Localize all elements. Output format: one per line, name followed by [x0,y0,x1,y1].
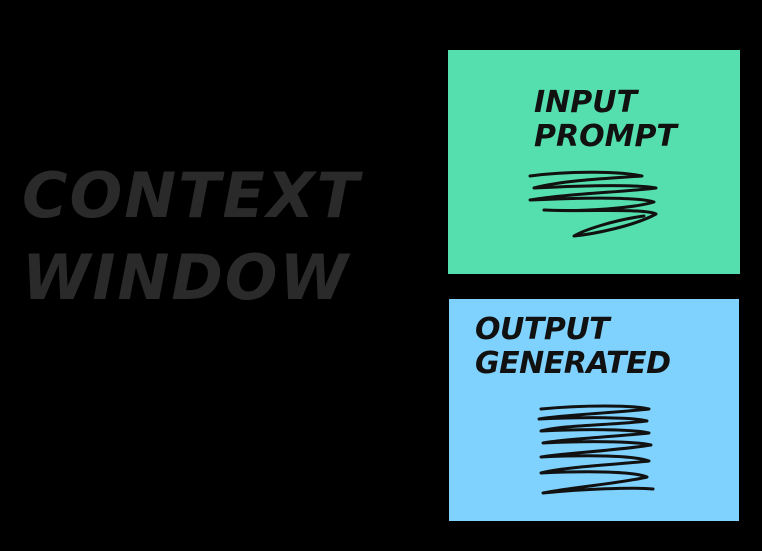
output-generated-title-line2: GENERATED [475,345,671,381]
output-generated-title-line1: OUTPUT [475,312,610,347]
context-window-label: CONTEXT WINDOW [22,155,361,319]
diagram-canvas: CONTEXT WINDOW INPUT PROMPT OUTPUT GENER… [0,0,762,551]
input-prompt-title-line1: INPUT [534,85,638,120]
output-generated-box: OUTPUT GENERATED [447,297,741,523]
input-prompt-title: INPUT PROMPT [534,86,677,153]
scribble-lines-icon [528,170,658,238]
context-window-label-line1: CONTEXT [22,159,361,232]
scribble-lines-icon [537,404,655,495]
context-window-label-line2: WINDOW [22,241,350,314]
input-prompt-title-line2: PROMPT [534,118,677,154]
output-generated-title: OUTPUT GENERATED [475,313,671,380]
input-prompt-box: INPUT PROMPT [446,48,742,276]
